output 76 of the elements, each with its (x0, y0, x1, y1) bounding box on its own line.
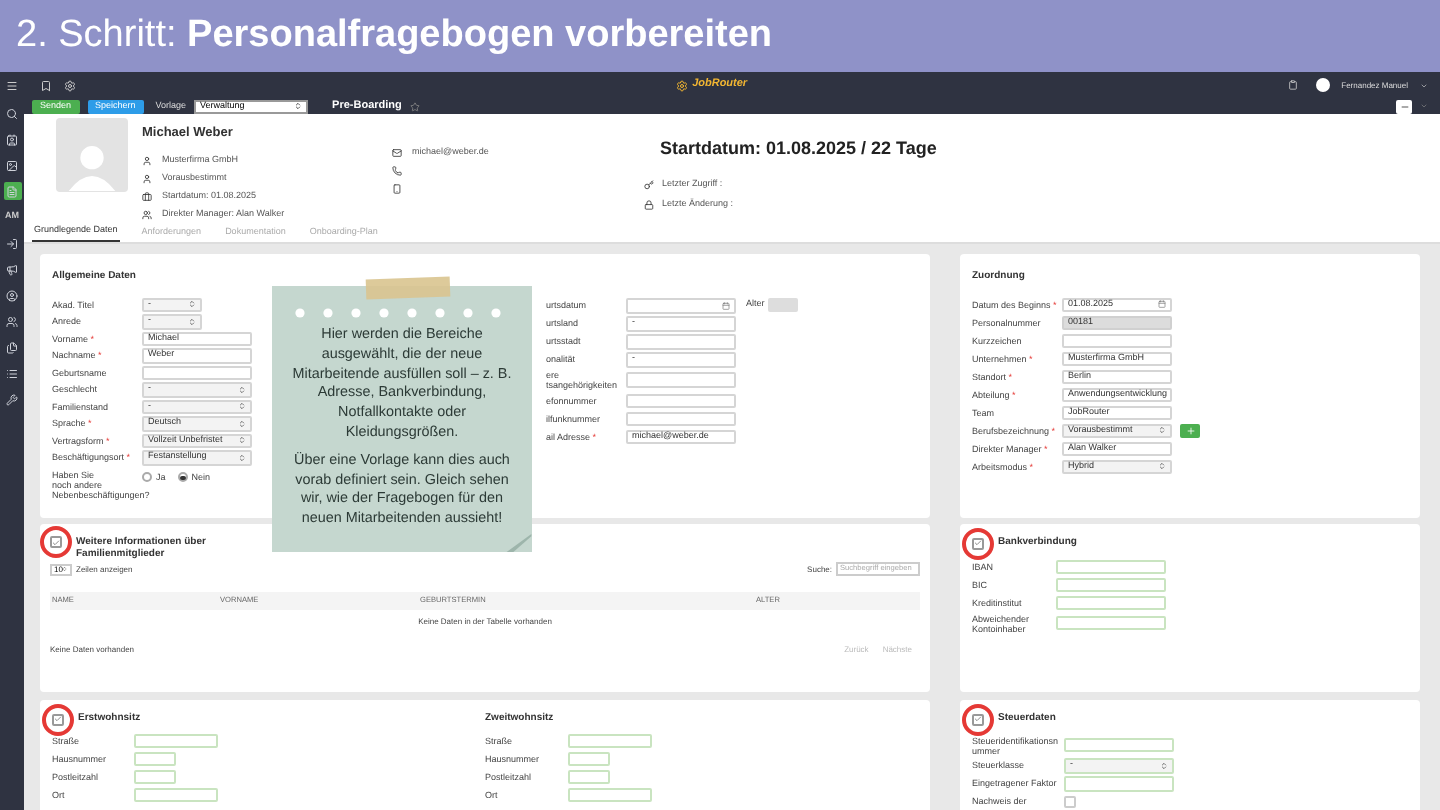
check-icon (54, 714, 62, 725)
text-field[interactable] (1064, 776, 1174, 791)
text-field[interactable] (567, 787, 651, 802)
folded-corner-drawing (506, 534, 532, 552)
text-field[interactable] (567, 769, 609, 784)
text-field[interactable] (1056, 577, 1166, 592)
add-button[interactable] (1180, 423, 1200, 438)
checkbox[interactable] (972, 713, 984, 726)
bookmark-icon[interactable] (40, 79, 52, 91)
text-field[interactable] (134, 733, 218, 748)
mail-icon (392, 148, 402, 159)
date-field[interactable] (626, 298, 736, 313)
text-field[interactable] (134, 769, 176, 784)
sidebar-files-icon[interactable] (3, 338, 21, 356)
text-field[interactable] (626, 372, 736, 388)
text-field[interactable] (134, 751, 176, 766)
star-icon[interactable] (409, 101, 420, 112)
select-arrows-icon (294, 102, 303, 111)
text-field[interactable] (1056, 559, 1166, 574)
select-arrows-icon (238, 436, 246, 445)
text-field[interactable] (626, 411, 736, 426)
radio-button[interactable] (142, 472, 152, 483)
collapse-button[interactable] (1396, 99, 1412, 114)
select-arrows-icon (188, 317, 196, 326)
checkbox[interactable] (1064, 795, 1076, 808)
select-arrows-icon (1158, 426, 1166, 435)
select-arrows-icon (1158, 462, 1166, 471)
select-arrows-icon (238, 402, 246, 411)
text-field[interactable] (1056, 595, 1166, 610)
check-icon (52, 537, 60, 547)
sidebar-login-icon[interactable] (3, 234, 21, 252)
check-icon (974, 714, 982, 725)
text-field[interactable] (1056, 615, 1166, 631)
radio-button[interactable] (177, 472, 188, 483)
settings-icon[interactable] (64, 79, 76, 91)
sidebar-document-icon[interactable] (3, 182, 21, 200)
clipboard-icon[interactable] (1287, 80, 1298, 90)
smartphone-icon (392, 184, 402, 195)
lock-icon (644, 200, 654, 211)
minus-icon (1399, 101, 1409, 112)
text-field[interactable] (134, 787, 218, 802)
text-field[interactable] (626, 393, 736, 408)
slide-title: 2. Schritt: Personalfragebogen vorbereiten (16, 11, 772, 60)
sidebar-megaphone-icon[interactable] (3, 260, 21, 278)
select-arrows-icon (188, 300, 196, 309)
checkbox[interactable] (52, 713, 64, 726)
sidebar-wrench-icon[interactable] (3, 390, 21, 408)
checkbox[interactable] (972, 537, 984, 550)
select-arrows-icon (238, 419, 246, 428)
sidebar-user-icon[interactable] (3, 286, 21, 304)
text-field[interactable] (1064, 737, 1174, 753)
calendar-icon (1158, 300, 1166, 309)
sidebar-contact-icon[interactable] (3, 130, 21, 148)
select-arrows-icon (238, 453, 246, 462)
calendar-icon (722, 301, 730, 310)
select-arrows-icon (238, 385, 246, 394)
plus-icon (1185, 425, 1195, 436)
phone-icon (392, 166, 402, 177)
text-field[interactable] (142, 365, 252, 380)
start-date-heading: Startdatum: 01.08.2025 / 22 Tage (660, 136, 937, 163)
age-field (768, 298, 799, 313)
logo-icon (676, 79, 689, 91)
avatar[interactable] (1315, 78, 1330, 92)
text-field[interactable] (626, 334, 736, 349)
text-field[interactable] (567, 733, 651, 748)
text-field[interactable] (567, 751, 609, 766)
key-icon (644, 180, 654, 191)
text-field[interactable] (1062, 333, 1172, 348)
sidebar-users-icon[interactable] (3, 312, 21, 330)
sidebar-search-icon[interactable] (3, 104, 21, 122)
select-arrows-icon (1160, 761, 1168, 770)
menu-icon[interactable] (6, 79, 18, 91)
checkbox[interactable] (50, 536, 62, 548)
check-icon (974, 538, 982, 549)
sidebar-image-icon[interactable] (3, 156, 21, 174)
sidebar-list-icon[interactable] (3, 364, 21, 382)
